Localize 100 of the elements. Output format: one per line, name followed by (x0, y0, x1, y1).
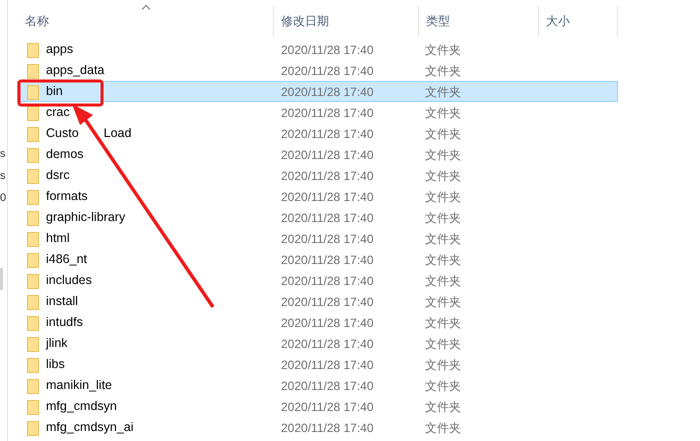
sort-caret-icon[interactable] (141, 5, 150, 10)
modified-date: 2020/11/28 17:40 (280, 104, 375, 122)
modified-date: 2020/11/28 17:40 (280, 168, 375, 184)
modified-date: 2020/11/28 17:40 (280, 356, 375, 374)
modified-date: 2020/11/28 17:40 (280, 420, 375, 436)
file-type: 文件夹 (424, 104, 462, 122)
file-name: graphic-library (46, 209, 126, 226)
file-name: apps (46, 41, 74, 58)
file-name: mfg_cmdsyn (46, 398, 117, 416)
file-row[interactable]: formats 2020/11/28 17:40 文件夹 (17, 186, 618, 207)
folder-icon (27, 126, 39, 142)
file-type: 文件夹 (424, 314, 462, 332)
file-type: 文件夹 (424, 356, 462, 374)
file-name: Load (104, 125, 132, 142)
file-row[interactable]: manikin_lite 2020/11/28 17:40 文件夹 (17, 375, 618, 396)
folder-icon (27, 252, 39, 268)
nav-item[interactable]: s (0, 144, 7, 165)
file-type: 文件夹 (424, 62, 462, 80)
file-row[interactable]: mfg_cmdsyn 2020/11/28 17:40 文件夹 (17, 396, 618, 417)
file-row[interactable]: apps 2020/11/28 17:40 文件夹 (17, 39, 618, 60)
file-type: 文件夹 (424, 42, 462, 58)
file-row[interactable]: intudfs 2020/11/28 17:40 文件夹 (17, 312, 618, 333)
folder-icon (27, 336, 39, 352)
folder-icon (27, 314, 39, 330)
column-header[interactable]: 类型 (419, 6, 539, 36)
file-name: i486_nt (46, 251, 88, 268)
modified-date: 2020/11/28 17:40 (280, 84, 375, 100)
file-row[interactable]: jlink 2020/11/28 17:40 文件夹 (17, 333, 618, 354)
file-name: html (46, 230, 70, 248)
modified-date: 2020/11/28 17:40 (280, 146, 375, 164)
file-name: intudfs (46, 314, 83, 332)
file-type: 文件夹 (424, 230, 462, 248)
modified-date: 2020/11/28 17:40 (280, 42, 375, 58)
modified-date: 2020/11/28 17:40 (280, 62, 375, 80)
modified-date: 2020/11/28 17:40 (280, 294, 375, 310)
file-row[interactable]: demos 2020/11/28 17:40 文件夹 (17, 144, 618, 165)
file-type: 文件夹 (424, 210, 462, 226)
file-name: dsrc (46, 167, 70, 184)
file-name: manikin_lite (46, 377, 112, 394)
file-type: 文件夹 (424, 252, 462, 268)
modified-date: 2020/11/28 17:40 (280, 378, 375, 394)
file-row[interactable]: libs 2020/11/28 17:40 文件夹 (17, 354, 618, 375)
file-type: 文件夹 (424, 84, 462, 100)
file-row[interactable]: crac 2020/11/28 17:40 文件夹 (17, 102, 618, 123)
file-type: 文件夹 (424, 188, 462, 206)
file-row[interactable]: html 2020/11/28 17:40 文件夹 (17, 228, 618, 249)
modified-date: 2020/11/28 17:40 (280, 126, 375, 142)
file-row[interactable]: dsrc 2020/11/28 17:40 文件夹 (17, 165, 618, 186)
modified-date: 2020/11/28 17:40 (280, 314, 375, 332)
folder-icon (27, 210, 39, 226)
folder-icon (27, 62, 39, 78)
modified-date: 2020/11/28 17:40 (280, 398, 375, 416)
file-name: crac (46, 104, 70, 122)
file-name: apps_data (46, 62, 104, 80)
file-row[interactable]: apps_data 2020/11/28 17:40 文件夹 (17, 60, 618, 81)
column-header[interactable]: 修改日期 (274, 6, 419, 36)
file-type: 文件夹 (424, 126, 462, 142)
folder-icon (27, 272, 39, 288)
folder-icon (27, 378, 39, 394)
folder-icon (27, 356, 39, 372)
folder-icon (27, 168, 39, 184)
file-row[interactable]: Custo Load 2020/11/28 17:40 文件夹 (17, 123, 618, 144)
folder-icon (27, 42, 39, 58)
folder-icon (27, 230, 39, 246)
file-type: 文件夹 (424, 336, 462, 352)
file-name: libs (46, 356, 65, 374)
scrollbar-thumb[interactable] (0, 268, 3, 290)
folder-icon (27, 146, 39, 162)
folder-icon (27, 188, 39, 204)
file-type: 文件夹 (424, 146, 462, 164)
modified-date: 2020/11/28 17:40 (280, 272, 375, 290)
folder-icon (27, 420, 39, 436)
nav-item[interactable]: 0 (0, 188, 7, 209)
modified-date: 2020/11/28 17:40 (280, 230, 375, 248)
file-name: bin (46, 83, 63, 100)
file-row[interactable]: graphic-library 2020/11/28 17:40 文件夹 (17, 207, 618, 228)
file-name: jlink (46, 335, 68, 352)
nav-item[interactable]: s (0, 166, 7, 187)
file-row[interactable]: bin 2020/11/28 17:40 文件夹 (17, 81, 618, 102)
file-row[interactable]: mfg_cmdsyn_ai 2020/11/28 17:40 文件夹 (17, 417, 618, 438)
file-name: Custo (46, 125, 79, 142)
file-row[interactable]: install 2020/11/28 17:40 文件夹 (17, 291, 618, 312)
file-type: 文件夹 (424, 420, 462, 436)
file-type: 文件夹 (424, 398, 462, 416)
folder-icon (27, 398, 39, 414)
file-row[interactable]: i486_nt 2020/11/28 17:40 文件夹 (17, 249, 618, 270)
file-name: demos (46, 146, 84, 164)
file-type: 文件夹 (424, 272, 462, 290)
modified-date: 2020/11/28 17:40 (280, 252, 375, 268)
folder-icon (27, 84, 39, 100)
column-header[interactable]: 大小 (539, 6, 618, 36)
column-header[interactable]: 名称 (18, 6, 274, 36)
file-name: includes (46, 272, 92, 290)
file-row[interactable]: includes 2020/11/28 17:40 文件夹 (17, 270, 618, 291)
file-name: install (46, 293, 78, 310)
file-name: formats (46, 188, 88, 206)
modified-date: 2020/11/28 17:40 (280, 210, 375, 226)
file-type: 文件夹 (424, 168, 462, 184)
file-type: 文件夹 (424, 378, 462, 394)
folder-icon (27, 294, 39, 310)
